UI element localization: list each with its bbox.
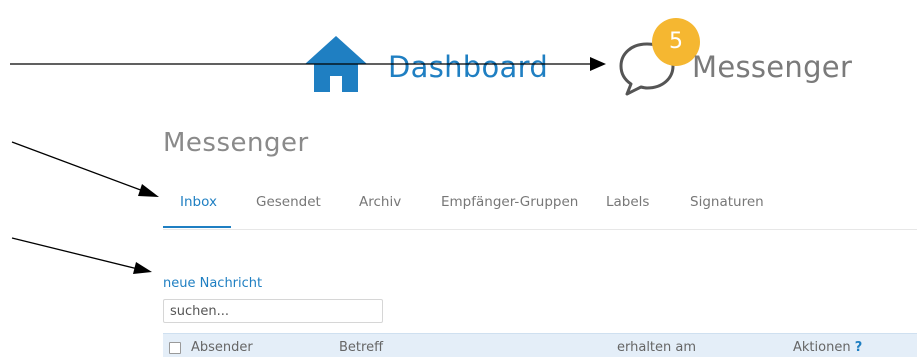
- tab-empfaenger-gruppen[interactable]: Empfänger-Gruppen: [441, 194, 578, 210]
- select-all-checkbox[interactable]: [169, 342, 181, 354]
- messenger-breadcrumb: Messenger: [692, 50, 853, 84]
- column-header-betreff[interactable]: Betreff: [339, 340, 383, 355]
- dashboard-link[interactable]: Dashboard: [388, 50, 548, 84]
- new-message-link[interactable]: neue Nachricht: [163, 276, 262, 291]
- annotation-arrow: [11, 237, 139, 270]
- active-tab-indicator: [163, 226, 231, 228]
- annotation-arrowhead: [138, 184, 159, 197]
- annotation-arrowhead: [133, 262, 152, 274]
- aktionen-label: Aktionen: [793, 340, 851, 355]
- column-header-absender[interactable]: Absender: [191, 340, 253, 355]
- table-header: Absender Betreff erhalten am Aktionen ?: [163, 333, 917, 357]
- column-header-aktionen: Aktionen ?: [793, 340, 862, 355]
- annotation-arrow: [11, 141, 147, 193]
- tab-archiv[interactable]: Archiv: [359, 194, 401, 210]
- tab-signaturen[interactable]: Signaturen: [690, 194, 764, 210]
- column-header-erhalten-am[interactable]: erhalten am: [617, 340, 696, 355]
- tab-gesendet[interactable]: Gesendet: [256, 194, 321, 210]
- tab-inbox[interactable]: Inbox: [180, 194, 217, 210]
- tab-labels[interactable]: Labels: [606, 194, 649, 210]
- help-icon[interactable]: ?: [855, 340, 863, 355]
- annotation-arrowhead: [590, 57, 606, 71]
- house-icon[interactable]: [303, 34, 369, 94]
- search-input[interactable]: [163, 299, 383, 323]
- page-title: Messenger: [163, 128, 309, 158]
- tab-bar: Inbox Gesendet Archiv Empfänger-Gruppen …: [163, 186, 917, 230]
